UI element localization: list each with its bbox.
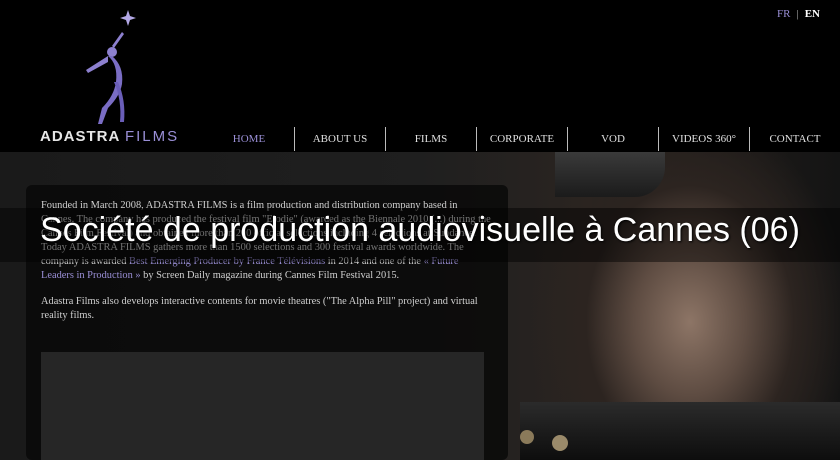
nav-about-us[interactable]: ABOUT US bbox=[294, 127, 385, 151]
video-player[interactable] bbox=[41, 352, 484, 460]
photo-button-shape bbox=[552, 435, 568, 451]
nav-corporate[interactable]: CORPORATE bbox=[476, 127, 567, 151]
nav-videos-360[interactable]: VIDEOS 360° bbox=[658, 127, 749, 151]
lang-en-link[interactable]: EN bbox=[805, 8, 820, 20]
logo-primary-text: ADASTRA bbox=[40, 128, 120, 145]
main-nav: HOME ABOUT US FILMS CORPORATE VOD VIDEOS… bbox=[204, 127, 840, 151]
nav-home[interactable]: HOME bbox=[204, 127, 294, 151]
lang-separator: | bbox=[796, 8, 799, 20]
logo-secondary-text: FILMS bbox=[124, 128, 180, 145]
dancer-star-logo-icon[interactable] bbox=[78, 4, 140, 126]
photo-collar-shape bbox=[520, 402, 840, 460]
page-title: Société de production audiovisuelle à Ca… bbox=[40, 211, 800, 249]
about-text: by Screen Daily magazine during Cannes F… bbox=[140, 270, 400, 281]
logo-wordmark[interactable]: ADASTRA FILMS bbox=[40, 128, 179, 145]
nav-contact[interactable]: CONTACT bbox=[749, 127, 840, 151]
nav-vod[interactable]: VOD bbox=[567, 127, 658, 151]
photo-button-shape bbox=[520, 430, 534, 444]
nav-films[interactable]: FILMS bbox=[385, 127, 476, 151]
photo-cap-shape bbox=[555, 152, 665, 197]
site-header: ADASTRA FILMS FR | EN HOME ABOUT US FILM… bbox=[0, 0, 840, 152]
language-switcher: FR | EN bbox=[777, 8, 820, 20]
lang-fr-link[interactable]: FR bbox=[777, 8, 790, 20]
about-paragraph-2: Adastra Films also develops interactive … bbox=[41, 296, 478, 321]
